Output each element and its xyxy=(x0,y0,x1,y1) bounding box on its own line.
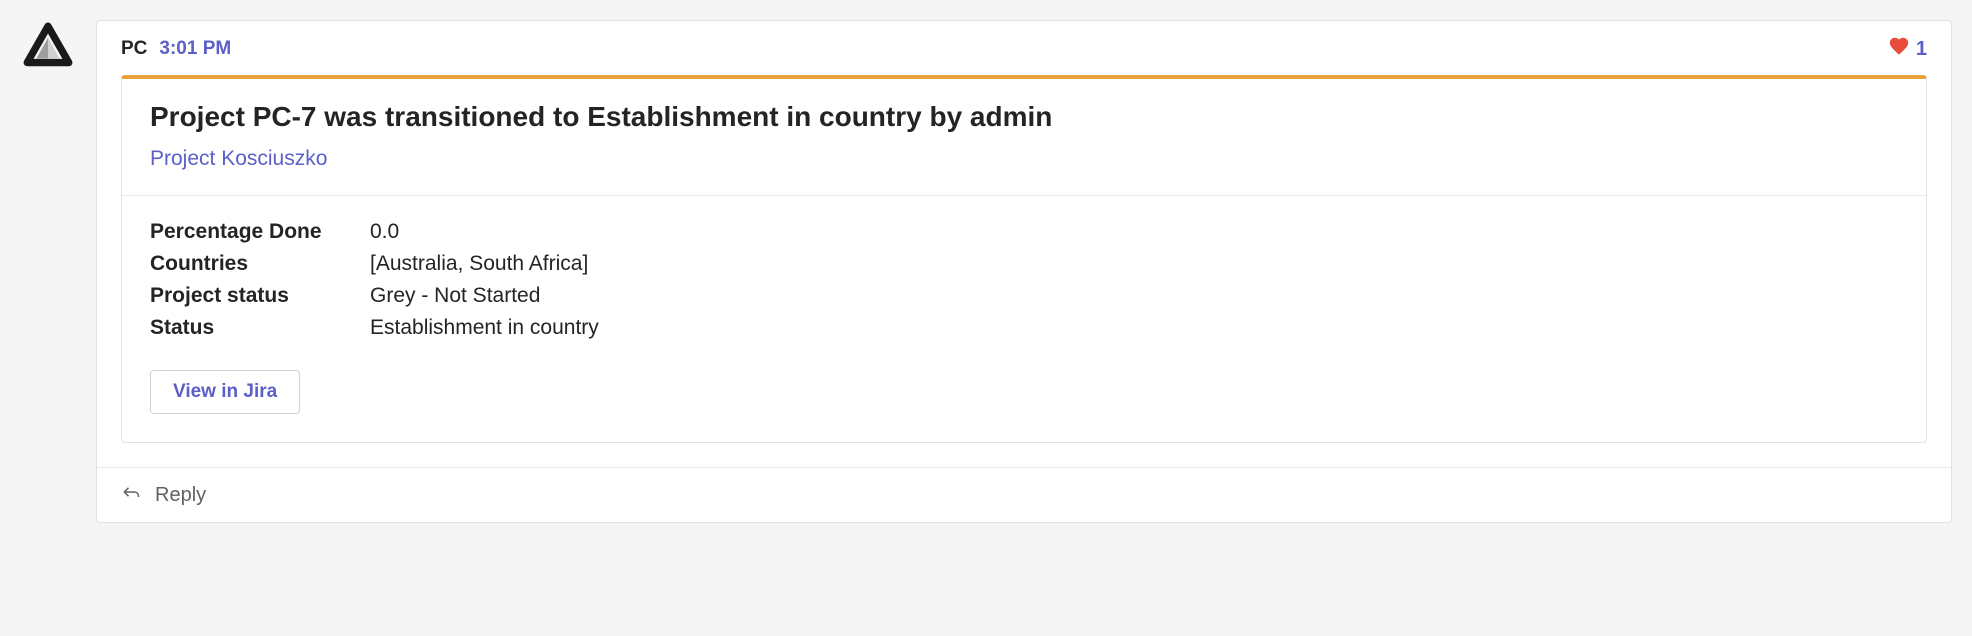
detail-row: Project statusGrey - Not Started xyxy=(150,284,1898,308)
reactions[interactable]: 1 xyxy=(1888,35,1927,63)
detail-label: Project status xyxy=(150,284,370,308)
reply-button[interactable]: Reply xyxy=(97,467,1951,522)
details-list: Percentage Done0.0Countries[Australia, S… xyxy=(150,220,1898,340)
notification-card: Project PC-7 was transitioned to Establi… xyxy=(121,75,1927,443)
detail-label: Countries xyxy=(150,252,370,276)
detail-value: 0.0 xyxy=(370,220,399,244)
detail-value: Grey - Not Started xyxy=(370,284,540,308)
avatar xyxy=(20,20,76,76)
reaction-count: 1 xyxy=(1916,38,1927,61)
card-header: Project PC-7 was transitioned to Establi… xyxy=(122,79,1926,196)
detail-value: Establishment in country xyxy=(370,316,599,340)
author-name: PC xyxy=(121,38,147,60)
card-body: Percentage Done0.0Countries[Australia, S… xyxy=(122,196,1926,442)
detail-value: [Australia, South Africa] xyxy=(370,252,588,276)
card-title: Project PC-7 was transitioned to Establi… xyxy=(150,101,1898,133)
author-time: PC 3:01 PM xyxy=(121,38,231,60)
detail-row: Percentage Done0.0 xyxy=(150,220,1898,244)
detail-row: Countries[Australia, South Africa] xyxy=(150,252,1898,276)
detail-label: Status xyxy=(150,316,370,340)
detail-label: Percentage Done xyxy=(150,220,370,244)
reply-label: Reply xyxy=(155,484,206,507)
message-header: PC 3:01 PM 1 xyxy=(97,21,1951,69)
detail-row: StatusEstablishment in country xyxy=(150,316,1898,340)
view-in-jira-button[interactable]: View in Jira xyxy=(150,370,300,414)
message-body: PC 3:01 PM 1 Project PC-7 was transition… xyxy=(96,20,1952,523)
message-container: PC 3:01 PM 1 Project PC-7 was transition… xyxy=(20,20,1952,523)
app-logo-icon xyxy=(22,22,74,74)
reply-icon xyxy=(121,482,141,508)
heart-icon xyxy=(1888,35,1910,63)
project-link[interactable]: Project Kosciuszko xyxy=(150,147,1898,171)
message-time[interactable]: 3:01 PM xyxy=(159,38,231,60)
